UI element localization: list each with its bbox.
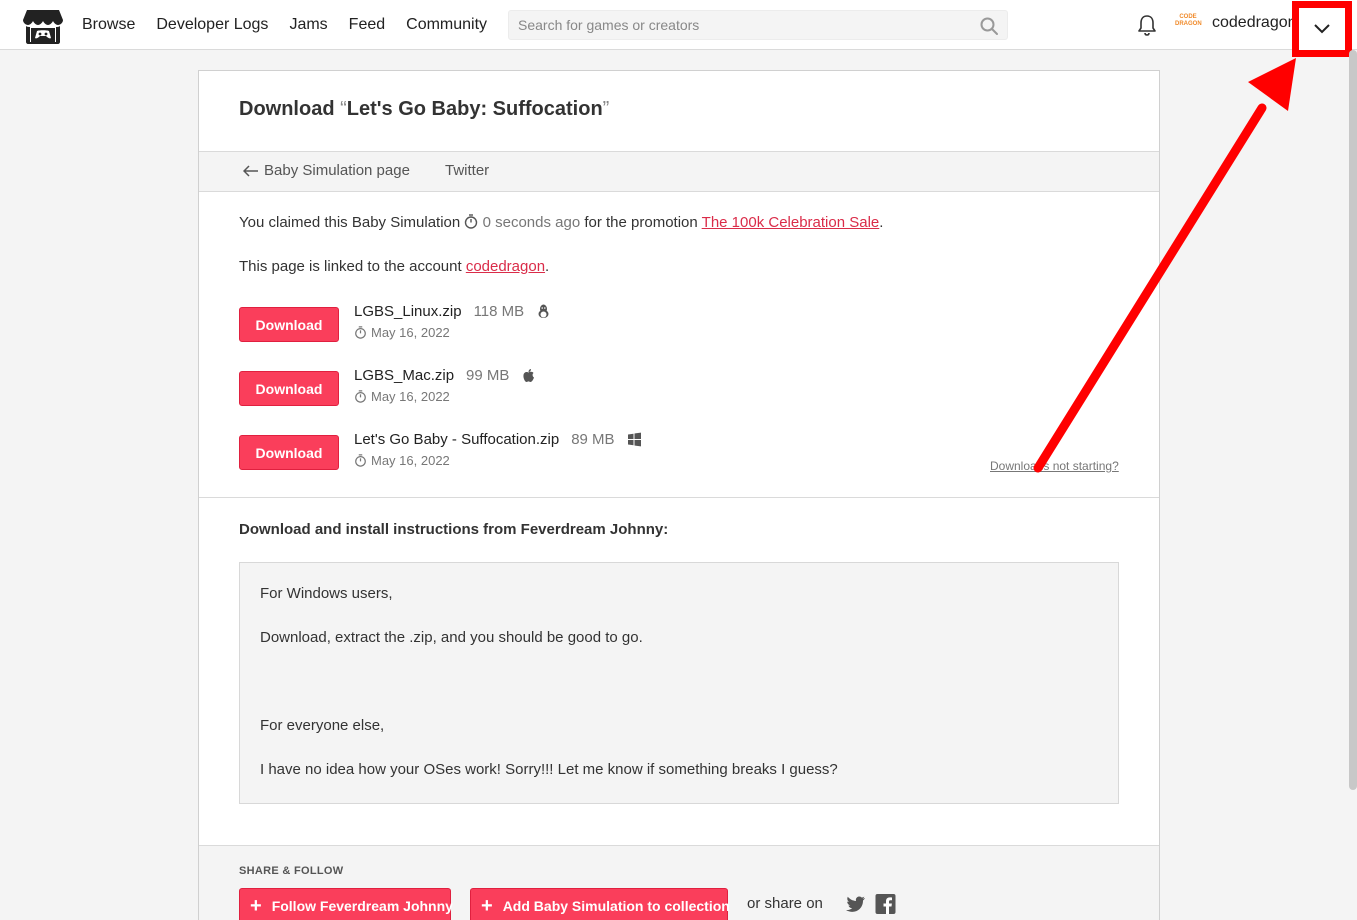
itchio-logo-icon[interactable] (23, 8, 63, 44)
page-title: Download “Let's Go Baby: Suffocation” (239, 98, 609, 121)
account-info: This page is linked to the account coded… (239, 258, 549, 275)
upload-row-windows: Download Let's Go Baby - Suffocation.zip… (239, 431, 1119, 475)
upload-date: May 16, 2022 (354, 453, 450, 468)
plus-icon: + (481, 894, 493, 917)
downloads-not-starting-link[interactable]: Downloads not starting? (990, 459, 1119, 473)
stopwatch-icon (355, 454, 366, 467)
claim-suffix: . (879, 214, 884, 231)
bell-icon[interactable] (1137, 14, 1157, 36)
back-link-label: Baby Simulation page (264, 162, 410, 179)
upload-date: May 16, 2022 (354, 389, 450, 404)
linux-icon (538, 304, 549, 318)
instructions-box: For Windows users, Download, extract the… (239, 562, 1119, 804)
instructions-title: Download and install instructions from F… (239, 521, 669, 538)
upload-date-label: May 16, 2022 (371, 389, 450, 404)
instruction-line: For Windows users, (260, 585, 393, 602)
section-divider (199, 497, 1159, 498)
account-prefix: This page is linked to the account (239, 258, 462, 275)
upload-name: Let's Go Baby - Suffocation.zip (354, 431, 560, 448)
windows-icon (627, 432, 641, 447)
nav-feed[interactable]: Feed (349, 16, 385, 34)
upload-date-label: May 16, 2022 (371, 325, 450, 340)
search-bar (508, 10, 1008, 40)
avatar[interactable]: CODE DRAGON (1175, 14, 1202, 34)
upload-date: May 16, 2022 (354, 325, 450, 340)
user-menu-dropdown-button[interactable] (1292, 1, 1352, 57)
game-title[interactable]: Let's Go Baby: Suffocation (347, 98, 603, 120)
share-title: SHARE & FOLLOW (239, 865, 344, 877)
account-suffix: . (545, 258, 550, 275)
upload-size: 118 MB (473, 303, 525, 320)
main-nav: Browse Developer Logs Jams Feed Communit… (82, 0, 508, 50)
upload-name: LGBS_Mac.zip (354, 367, 455, 384)
download-card: Download “Let's Go Baby: Suffocation” Ba… (198, 70, 1160, 920)
apple-icon (523, 369, 535, 382)
stopwatch-icon (465, 214, 478, 229)
chevron-down-icon (1314, 24, 1330, 34)
arrow-left-icon (243, 164, 258, 177)
claim-prefix: You claimed this Baby Simulation (239, 214, 461, 231)
twitter-link[interactable]: Twitter (445, 162, 489, 179)
instruction-line: For everyone else, (260, 717, 385, 734)
instruction-line: I have no idea how your OSes work! Sorry… (260, 761, 838, 778)
claim-middle: for the promotion (584, 214, 698, 231)
search-icon[interactable] (979, 16, 999, 36)
nav-developer-logs[interactable]: Developer Logs (156, 16, 268, 34)
follow-button-label: Follow Feverdream Johnny (271, 897, 453, 914)
stopwatch-icon (355, 390, 366, 403)
title-prefix: Download (239, 98, 335, 120)
username-label[interactable]: codedragon (1212, 14, 1297, 32)
download-button-linux[interactable]: Download (239, 307, 339, 342)
nav-jams[interactable]: Jams (289, 16, 327, 34)
game-nav-bar: Baby Simulation page Twitter (199, 151, 1159, 192)
upload-date-label: May 16, 2022 (371, 453, 450, 468)
add-to-collection-button[interactable]: + Add Baby Simulation to collection (470, 888, 730, 920)
instruction-line: Download, extract the .zip, and you shou… (260, 629, 643, 646)
stopwatch-icon (355, 326, 366, 339)
search-input[interactable] (509, 11, 959, 39)
upload-size: 99 MB (466, 367, 510, 384)
nav-browse[interactable]: Browse (82, 16, 135, 34)
promotion-link[interactable]: The 100k Celebration Sale (702, 214, 880, 231)
upload-row-linux: Download LGBS_Linux.zip 118 MB May 16, 2… (239, 303, 1119, 347)
upload-name: LGBS_Linux.zip (354, 303, 462, 320)
upload-size: 89 MB (571, 431, 615, 448)
upload-info: LGBS_Linux.zip 118 MB (354, 303, 551, 320)
back-to-game-link[interactable]: Baby Simulation page (243, 162, 410, 179)
or-share-label: or share on (747, 895, 823, 912)
title-close-quote: ” (602, 98, 610, 120)
plus-icon: + (250, 894, 262, 917)
download-button-mac[interactable]: Download (239, 371, 339, 406)
title-open-quote: “ (340, 98, 347, 120)
collection-button-label: Add Baby Simulation to collection (502, 897, 730, 914)
share-follow-section: SHARE & FOLLOW + Follow Feverdream Johnn… (199, 845, 1159, 920)
follow-button[interactable]: + Follow Feverdream Johnny (239, 888, 453, 920)
top-header: Browse Developer Logs Jams Feed Communit… (0, 0, 1357, 57)
nav-community[interactable]: Community (406, 16, 487, 34)
twitter-icon[interactable] (845, 894, 866, 914)
claim-info: You claimed this Baby Simulation 0 secon… (239, 214, 883, 231)
scrollbar[interactable] (1349, 50, 1357, 790)
upload-row-mac: Download LGBS_Mac.zip 99 MB May 16, 2022 (239, 367, 1119, 411)
facebook-icon[interactable] (875, 894, 896, 914)
account-link[interactable]: codedragon (466, 258, 545, 275)
upload-info: Let's Go Baby - Suffocation.zip 89 MB (354, 431, 642, 448)
claim-time: 0 seconds ago (482, 214, 581, 231)
download-button-windows[interactable]: Download (239, 435, 339, 470)
upload-info: LGBS_Mac.zip 99 MB (354, 367, 536, 384)
